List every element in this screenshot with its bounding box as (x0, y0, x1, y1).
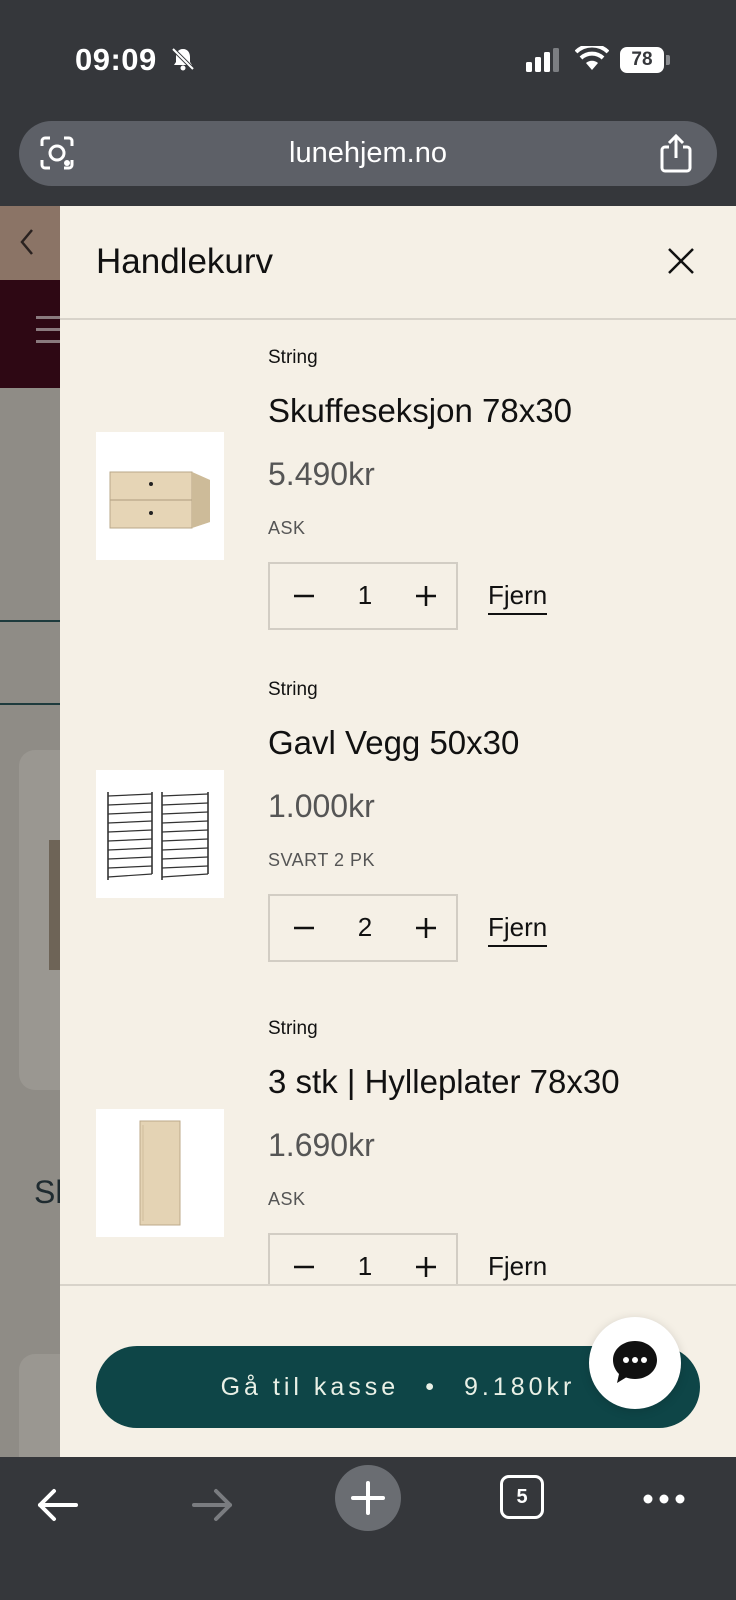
cart-items-list[interactable]: String Skuffeseksjon 78x30 5.490kr ASK 1… (60, 322, 736, 1290)
new-tab-button[interactable] (335, 1465, 401, 1531)
product-image[interactable] (96, 1109, 224, 1237)
cart-item: String Gavl Vegg 50x30 1.000kr SVART 2 P… (60, 662, 736, 1002)
background-nav-bar (0, 280, 60, 388)
plus-icon[interactable] (412, 914, 440, 942)
quantity-value[interactable]: 1 (340, 580, 390, 611)
product-price: 1.000kr (268, 788, 375, 824)
more-options-icon[interactable] (642, 1493, 686, 1505)
bell-muted-icon (171, 47, 195, 71)
chat-widget-button[interactable] (589, 1317, 681, 1409)
product-image[interactable] (96, 770, 224, 898)
status-time: 09:09 (75, 42, 157, 77)
product-brand: String (268, 679, 318, 700)
remove-link[interactable]: Fjern (488, 1251, 548, 1286)
close-icon[interactable] (666, 246, 696, 276)
cart-item: String 3 stk | Hylleplater 78x30 1.690kr… (60, 1001, 736, 1290)
chevron-left-icon (20, 229, 33, 255)
product-price: 5.490kr (268, 456, 375, 492)
quantity-stepper: 1 (268, 562, 458, 630)
quantity-value[interactable]: 2 (340, 912, 390, 943)
drawer-section-image (109, 471, 210, 529)
drawer-header: Handlekurv (60, 206, 736, 320)
cellular-signal-icon (526, 48, 559, 72)
wall-panel-image (107, 792, 209, 880)
battery-indicator: 78 (620, 47, 670, 73)
plus-icon[interactable] (412, 582, 440, 610)
battery-level: 78 (620, 47, 664, 73)
product-variant: ASK (268, 518, 306, 538)
product-name[interactable]: Gavl Vegg 50x30 (268, 724, 519, 762)
quantity-stepper: 2 (268, 894, 458, 962)
checkout-separator: • (425, 1373, 438, 1401)
quantity-value[interactable]: 1 (340, 1251, 390, 1282)
tab-switcher-button[interactable]: 5 (500, 1475, 544, 1519)
divider (0, 620, 60, 622)
product-name[interactable]: Skuffeseksjon 78x30 (268, 392, 572, 430)
product-image[interactable] (96, 432, 224, 560)
back-arrow-icon[interactable] (36, 1487, 80, 1523)
status-bar: 09:09 78 (0, 0, 736, 118)
forward-arrow-icon[interactable] (190, 1487, 234, 1523)
remove-link[interactable]: Fjern (488, 912, 548, 947)
plus-icon (351, 1481, 385, 1515)
product-variant: SVART 2 PK (268, 850, 376, 870)
cart-item: String Skuffeseksjon 78x30 5.490kr ASK 1… (60, 322, 736, 662)
remove-link[interactable]: Fjern (488, 580, 548, 615)
divider (0, 703, 60, 705)
address-bar[interactable]: lunehjem.no (19, 121, 717, 186)
product-variant: ASK (268, 1189, 306, 1209)
wifi-icon (575, 46, 609, 70)
product-name[interactable]: 3 stk | Hylleplater 78x30 (268, 1063, 620, 1101)
product-price: 1.690kr (268, 1127, 375, 1163)
cart-total: 9.180kr (463, 1373, 576, 1401)
minus-icon[interactable] (290, 582, 318, 610)
checkout-label: Gå til kasse (220, 1373, 400, 1401)
product-brand: String (268, 1018, 318, 1039)
shelf-board-image (139, 1120, 181, 1226)
browser-toolbar: 5 (0, 1457, 736, 1600)
cart-drawer: Handlekurv String Skuffeseksjon 78x30 5.… (60, 206, 736, 1457)
minus-icon[interactable] (290, 1253, 318, 1281)
share-icon[interactable] (657, 133, 695, 173)
background-header (0, 206, 60, 280)
product-brand: String (268, 347, 318, 368)
plus-icon[interactable] (412, 1253, 440, 1281)
url-text[interactable]: lunehjem.no (19, 137, 717, 170)
quantity-stepper: 1 (268, 1233, 458, 1290)
chat-bubble-icon (613, 1341, 657, 1383)
cart-title: Handlekurv (96, 242, 274, 281)
minus-icon[interactable] (290, 914, 318, 942)
